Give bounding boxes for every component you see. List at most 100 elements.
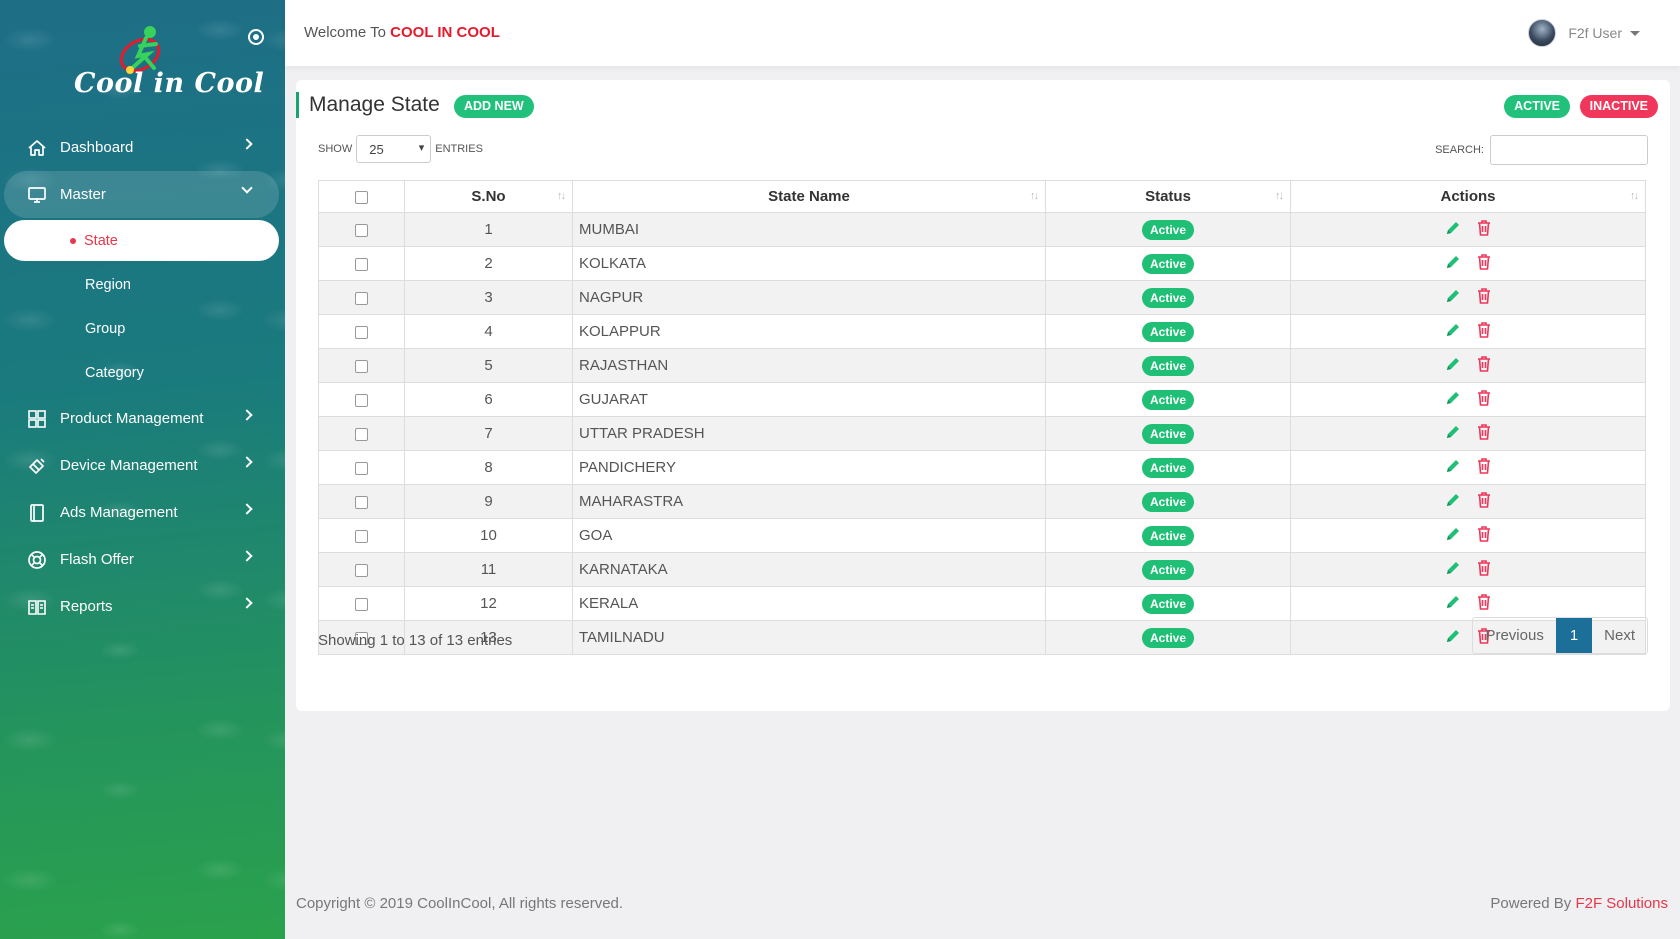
row-checkbox[interactable] [355,359,368,373]
edit-pencil-icon[interactable] [1444,321,1462,339]
row-checkbox[interactable] [355,461,368,475]
row-checkbox[interactable] [355,529,368,543]
sidebar-subitem-state[interactable]: State [4,220,279,261]
sno-cell: 7 [404,416,573,451]
add-new-button[interactable]: ADD NEW [454,95,534,118]
status-badge[interactable]: Active [1141,287,1195,308]
select-all-checkbox[interactable] [355,190,368,204]
edit-pencil-icon[interactable] [1444,525,1462,543]
delete-trash-icon[interactable] [1476,525,1492,543]
edit-pencil-icon[interactable] [1444,593,1462,611]
row-select-cell [318,314,405,349]
status-cell: Active [1045,552,1291,587]
entries-select[interactable]: 25 [356,135,432,163]
status-cell: Active [1045,518,1291,553]
table-row: 5 RAJASTHAN Active [318,348,1646,383]
delete-trash-icon[interactable] [1476,389,1492,407]
next-button[interactable]: Next [1592,618,1647,653]
sidebar-subitem-region[interactable]: Region [0,263,285,307]
user-menu[interactable]: F2f User [1528,19,1640,47]
actions-cell [1290,518,1646,553]
table-row: 9 MAHARASTRA Active [318,484,1646,519]
sidebar-item-device-management[interactable]: Device Management [0,442,285,489]
column-sno[interactable]: S.No ↑↓ [404,180,573,213]
status-badge[interactable]: Active [1141,559,1195,580]
user-name: F2f User [1568,25,1622,41]
sidebar-toggle-target-icon[interactable] [248,29,264,45]
sidebar-item-ads-management[interactable]: Ads Management [0,489,285,536]
row-select-cell [318,246,405,281]
delete-trash-icon[interactable] [1476,219,1492,237]
column-label: Status [1145,188,1191,205]
sidebar-subitem-category[interactable]: Category [0,351,285,395]
row-checkbox[interactable] [355,393,368,407]
table-row: 11 KARNATAKA Active [318,552,1646,587]
row-checkbox[interactable] [355,325,368,339]
status-badge[interactable]: Active [1141,593,1195,614]
edit-pencil-icon[interactable] [1444,355,1462,373]
edit-pencil-icon[interactable] [1444,559,1462,577]
status-badge[interactable]: Active [1141,525,1195,546]
row-checkbox[interactable] [355,223,368,237]
table-header-row: S.No ↑↓ State Name ↑↓ Status ↑↓ Actions ↑↓ [318,180,1646,213]
delete-trash-icon[interactable] [1476,491,1492,509]
column-state-name[interactable]: State Name ↑↓ [572,180,1046,213]
status-badge[interactable]: Active [1141,253,1195,274]
status-cell: Active [1045,620,1291,655]
row-checkbox[interactable] [355,291,368,305]
edit-pencil-icon[interactable] [1444,457,1462,475]
edit-pencil-icon[interactable] [1444,389,1462,407]
page-1-button[interactable]: 1 [1555,618,1593,653]
delete-trash-icon[interactable] [1476,593,1492,611]
filter-active-button[interactable]: ACTIVE [1504,95,1570,118]
row-select-cell [318,552,405,587]
status-badge[interactable]: Active [1141,423,1195,444]
sidebar-item-reports[interactable]: Reports [0,583,285,630]
status-badge[interactable]: Active [1141,457,1195,478]
delete-trash-icon[interactable] [1476,355,1492,373]
edit-pencil-icon[interactable] [1444,253,1462,271]
search-label: SEARCH: [1435,144,1484,156]
status-cell: Active [1045,348,1291,383]
edit-pencil-icon[interactable] [1444,219,1462,237]
edit-pencil-icon[interactable] [1444,627,1462,645]
previous-button[interactable]: Previous [1473,618,1555,653]
column-actions[interactable]: Actions ↑↓ [1290,180,1646,213]
column-status[interactable]: Status ↑↓ [1045,180,1291,213]
row-checkbox[interactable] [355,257,368,271]
sidebar-item-flash-offer[interactable]: Flash Offer [0,536,285,583]
delete-trash-icon[interactable] [1476,321,1492,339]
row-checkbox[interactable] [355,427,368,441]
actions-cell [1290,416,1646,451]
status-badge[interactable]: Active [1141,219,1195,240]
table-row: 10 GOA Active [318,518,1646,553]
row-checkbox[interactable] [355,597,368,611]
edit-pencil-icon[interactable] [1444,491,1462,509]
delete-trash-icon[interactable] [1476,559,1492,577]
search-input[interactable] [1490,135,1648,165]
row-checkbox[interactable] [355,563,368,577]
row-checkbox[interactable] [355,495,368,509]
delete-trash-icon[interactable] [1476,423,1492,441]
delete-trash-icon[interactable] [1476,287,1492,305]
monitor-icon [26,184,48,206]
chevron-right-icon [241,550,253,562]
powered-brand[interactable]: F2F Solutions [1575,895,1668,912]
search-control: SEARCH: [1435,135,1648,165]
sidebar-subitem-group[interactable]: Group [0,307,285,351]
filter-inactive-button[interactable]: INACTIVE [1579,95,1658,118]
sort-icon: ↑↓ [1630,190,1639,202]
edit-pencil-icon[interactable] [1444,287,1462,305]
sidebar-item-product-management[interactable]: Product Management [0,395,285,442]
sidebar-item-master[interactable]: Master [4,171,279,218]
delete-trash-icon[interactable] [1476,253,1492,271]
status-badge[interactable]: Active [1141,321,1195,342]
state-name-cell: RAJASTHAN [572,348,1046,383]
edit-pencil-icon[interactable] [1444,423,1462,441]
status-badge[interactable]: Active [1141,355,1195,376]
delete-trash-icon[interactable] [1476,457,1492,475]
sidebar-item-dashboard[interactable]: Dashboard [0,124,285,171]
status-badge[interactable]: Active [1141,627,1195,648]
status-badge[interactable]: Active [1141,491,1195,512]
status-badge[interactable]: Active [1141,389,1195,410]
